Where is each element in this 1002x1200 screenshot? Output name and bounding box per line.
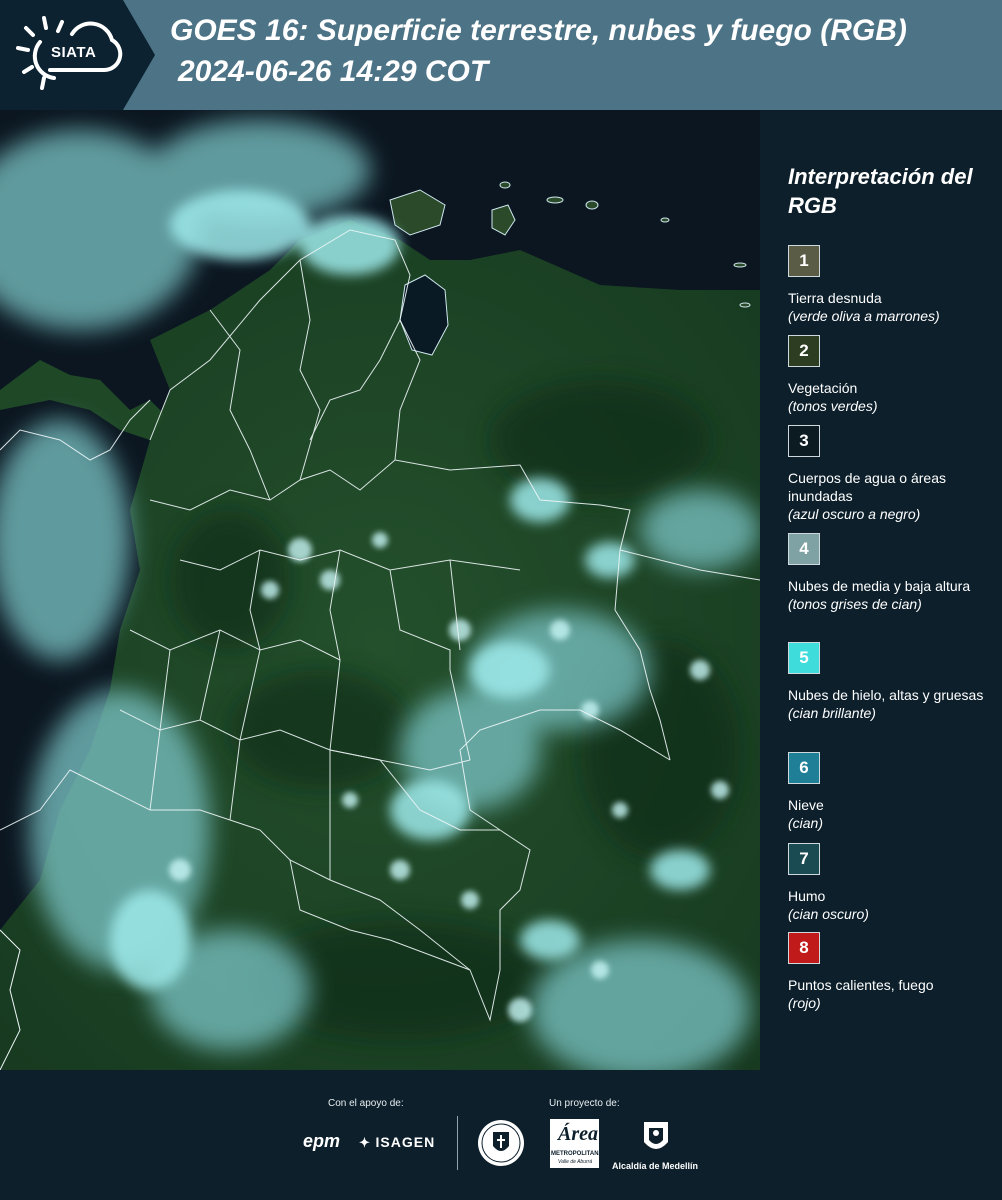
legend-note: (azul oscuro a negro): [788, 506, 921, 522]
legend-swatch: 3: [788, 425, 820, 457]
legend-label: Tierra desnuda: [788, 290, 882, 306]
medellin-seal-icon[interactable]: [476, 1118, 526, 1168]
area-logo-sub1: METROPOLITANA: [551, 1151, 603, 1157]
footer: Con el apoyo de: Un proyecto de: epm ✦ I…: [0, 1070, 1002, 1200]
legend-label: Nieve: [788, 797, 824, 813]
alcaldia-label: Alcaldía de Medellín: [612, 1161, 699, 1171]
legend-swatch: 6: [788, 752, 820, 784]
legend-note: (tonos grises de cian): [788, 596, 922, 612]
epm-logo-text: epm: [303, 1131, 341, 1151]
footer-divider: [457, 1116, 458, 1170]
page-title: GOES 16: Superficie terrestre, nubes y f…: [170, 14, 907, 47]
legend-swatch: 1: [788, 245, 820, 277]
legend-item-vegetation: 2 Vegetación (tonos verdes): [788, 335, 993, 415]
legend-note: (rojo): [788, 995, 821, 1011]
legend-title: Interpretación del RGB: [788, 164, 973, 218]
legend-swatch: 4: [788, 533, 820, 565]
legend-label: Nubes de media y baja altura: [788, 578, 971, 594]
legend-swatch: 2: [788, 335, 820, 367]
legend-item-ice-clouds: 5 Nubes de hielo, altas y gruesas (cian …: [788, 642, 993, 722]
legend-item-smoke: 7 Humo (cian oscuro): [788, 843, 993, 923]
legend-item-snow: 6 Nieve (cian): [788, 752, 993, 832]
isagen-logo-text: ISAGEN: [375, 1134, 436, 1150]
isagen-logo[interactable]: ✦ ISAGEN: [359, 1134, 435, 1151]
legend-swatch: 7: [788, 843, 820, 875]
legend-item-fire: 8 Puntos calientes, fuego (rojo): [788, 932, 993, 1012]
legend-item-mid-low-clouds: 4 Nubes de media y baja altura (tonos gr…: [788, 533, 993, 613]
legend-label: Vegetación: [788, 380, 858, 396]
legend-note: (tonos verdes): [788, 398, 878, 414]
legend-note: (cian oscuro): [788, 906, 869, 922]
area-metropolitana-logo[interactable]: Área METROPOLITANA Valle de Aburrá: [550, 1119, 603, 1168]
legend-item-bare-soil: 1 Tierra desnuda (verde oliva a marrones…: [788, 245, 993, 325]
header: SIATA GOES 16: Superficie terrestre, nub…: [0, 0, 1002, 110]
alcaldia-shield-icon[interactable]: [641, 1118, 671, 1158]
satellite-rgb-image: [0, 110, 760, 1070]
legend-swatch: 5: [788, 642, 820, 674]
epm-logo[interactable]: epm: [303, 1131, 340, 1152]
legend-item-water: 3 Cuerpos de agua o áreas inundadas (azu…: [788, 425, 993, 523]
legend-label: Cuerpos de agua o áreas inundadas: [788, 470, 946, 504]
legend-panel: Interpretación del RGB 1 Tierra desnuda …: [760, 110, 1002, 1070]
legend-label: Humo: [788, 888, 826, 904]
isagen-mark-icon: ✦: [359, 1135, 376, 1150]
area-logo-text: Área: [558, 1123, 598, 1145]
legend-swatch: 8: [788, 932, 820, 964]
area-logo-sub2: Valle de Aburrá: [558, 1159, 593, 1165]
legend-note: (cian brillante): [788, 705, 876, 721]
logo-text: SIATA: [51, 44, 97, 61]
project-caption: Un proyecto de:: [549, 1098, 620, 1109]
legend-note: (verde oliva a marrones): [788, 308, 940, 324]
timestamp: 2024-06-26 14:29 COT: [178, 55, 489, 88]
support-caption: Con el apoyo de:: [328, 1098, 404, 1109]
legend-label: Puntos calientes, fuego: [788, 977, 934, 993]
satellite-map[interactable]: [0, 110, 760, 1070]
legend-label: Nubes de hielo, altas y gruesas: [788, 687, 984, 703]
siata-logo[interactable]: SIATA: [0, 0, 155, 110]
legend-note: (cian): [788, 815, 824, 831]
